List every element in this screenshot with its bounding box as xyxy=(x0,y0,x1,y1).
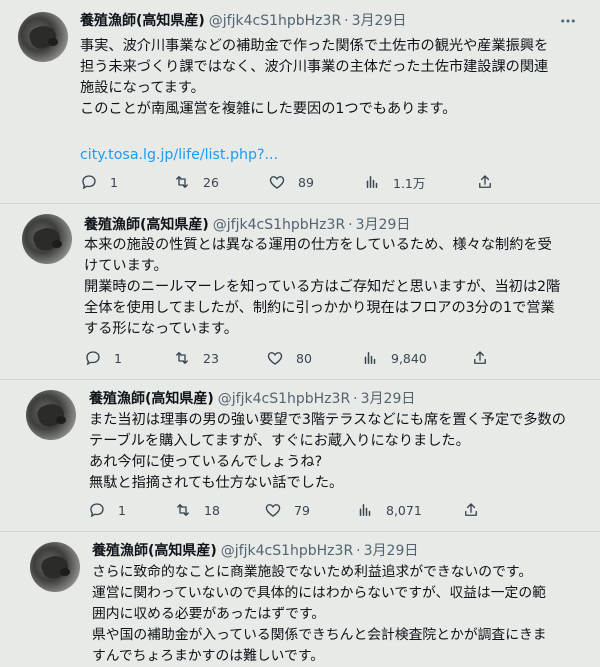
reply-count: 1 xyxy=(110,174,118,190)
reply-button[interactable]: 1 xyxy=(84,348,122,368)
retweet-button[interactable]: 26 xyxy=(173,172,219,192)
tweet[interactable]: 養殖漁師(高知県産) @jfjk4cS1hpbHz3R · 3月29日 さらに致命的な… xyxy=(0,532,600,664)
tweet-line: する形になっています。 xyxy=(84,321,238,337)
retweet-icon xyxy=(176,352,188,364)
views-count: 8,071 xyxy=(386,502,422,518)
reply-icon xyxy=(82,175,96,190)
reply-icon xyxy=(90,503,104,518)
reply-count: 1 xyxy=(118,502,126,518)
action-bar: 1 23 80 9,840 xyxy=(84,348,584,368)
tweet[interactable]: 養殖漁師(高知県産) @jfjk4cS1hpbHz3R · 3月29日 事実、波介川事… xyxy=(0,0,600,204)
tweet-line: 開業時のニールマーレを知っている方はご存知だと思いますが、当初は2階 xyxy=(84,279,561,295)
tweet-text: また当初は理事の男の強い要望で3階テラスなどにも席を置く予定で多数の テーブルを… xyxy=(89,410,594,494)
views-button[interactable]: 1.1万 xyxy=(363,172,425,192)
retweet-count: 23 xyxy=(203,350,219,366)
avatar[interactable] xyxy=(22,214,72,264)
tweet-line: 施設になってます。 xyxy=(80,80,205,96)
views-icon xyxy=(364,352,376,364)
like-button[interactable]: 89 xyxy=(268,172,314,192)
reply-icon xyxy=(86,351,100,366)
tweet-line: 無駄と指摘されても仕方ない話でした。 xyxy=(89,475,344,491)
like-count: 80 xyxy=(296,350,312,366)
tweet-line: また当初は理事の男の強い要望で3階テラスなどにも席を置く予定で多数の xyxy=(89,412,566,428)
separator-dot: · xyxy=(344,13,349,29)
tweet-text: 本来の施設の性質とは異なる運用の仕方をしているため、様々な制約を受 けています。… xyxy=(84,235,589,340)
tweet-line: 担う未来づくり課ではなく、波介川事業の主体だった土佐市建設課の関連 xyxy=(80,59,549,75)
tweet-date[interactable]: 3月29日 xyxy=(356,217,411,233)
tweet-date[interactable]: 3月29日 xyxy=(364,543,419,559)
share-button[interactable] xyxy=(476,172,506,192)
author-handle[interactable]: @jfjk4cS1hpbHz3R xyxy=(218,391,350,407)
like-count: 89 xyxy=(298,174,314,190)
avatar[interactable] xyxy=(30,542,80,592)
like-button[interactable]: 80 xyxy=(266,348,312,368)
views-icon xyxy=(366,176,378,188)
like-icon xyxy=(269,176,285,189)
more-icon[interactable] xyxy=(558,12,578,30)
share-icon xyxy=(465,503,477,516)
tweet-line: さらに致命的なことに商業施設でないため利益追求ができないのです。 xyxy=(92,564,533,580)
retweet-count: 26 xyxy=(203,174,219,190)
retweet-count: 18 xyxy=(204,502,220,518)
tweet-header: 養殖漁師(高知県産) @jfjk4cS1hpbHz3R · 3月29日 xyxy=(92,542,418,560)
tweet-line: けています。 xyxy=(84,258,168,274)
share-button[interactable] xyxy=(471,348,501,368)
tweet-line: 全体を使用してましたが、制約に引っかかり現在はフロアの3分の1で営業 xyxy=(84,300,555,316)
author-handle[interactable]: @jfjk4cS1hpbHz3R xyxy=(221,543,353,559)
like-icon xyxy=(265,504,281,517)
retweet-button[interactable]: 23 xyxy=(173,348,219,368)
author-handle[interactable]: @jfjk4cS1hpbHz3R xyxy=(209,13,341,29)
retweet-icon xyxy=(176,176,188,188)
tweet-text: 事実、波介川事業などの補助金で作った関係で土佐市の観光や産業振興を 担う未来づく… xyxy=(80,36,585,166)
tweet-line: 囲内に収める必要があったはずです。 xyxy=(92,606,326,622)
reply-count: 1 xyxy=(114,350,122,366)
action-bar: 1 26 89 1.1万 xyxy=(80,172,580,192)
tweet-header: 養殖漁師(高知県産) @jfjk4cS1hpbHz3R · 3月29日 xyxy=(89,390,415,408)
tweet-line: 本来の施設の性質とは異なる運用の仕方をしているため、様々な制約を受 xyxy=(84,237,552,253)
tweet-header: 養殖漁師(高知県産) @jfjk4cS1hpbHz3R · 3月29日 xyxy=(84,216,410,234)
reply-button[interactable]: 1 xyxy=(88,500,126,520)
views-button[interactable]: 9,840 xyxy=(361,348,427,368)
share-icon xyxy=(479,175,491,188)
separator-dot: · xyxy=(348,217,353,233)
separator-dot: · xyxy=(356,543,361,559)
tweet-line: テーブルを購入してますが、すぐにお蔵入りになりました。 xyxy=(89,433,470,449)
separator-dot: · xyxy=(353,391,358,407)
author-name[interactable]: 養殖漁師(高知県産) xyxy=(92,543,217,559)
tweet-line: 事実、波介川事業などの補助金で作った関係で土佐市の観光や産業振興を xyxy=(80,38,549,54)
views-count: 1.1万 xyxy=(393,175,426,191)
tweet-line: 運営に関わっていないので具体的にはわからないですが、収益は一定の範 xyxy=(92,585,546,601)
author-handle[interactable]: @jfjk4cS1hpbHz3R xyxy=(213,217,345,233)
like-button[interactable]: 79 xyxy=(264,500,310,520)
tweet[interactable]: 養殖漁師(高知県産) @jfjk4cS1hpbHz3R · 3月29日 また当初は理事… xyxy=(0,380,600,532)
avatar[interactable] xyxy=(18,12,68,62)
tweet-link[interactable]: city.tosa.lg.jp/life/list.php?... xyxy=(80,147,278,163)
tweet-date[interactable]: 3月29日 xyxy=(361,391,416,407)
tweet-line: 県や国の補助金が入っている関係できちんと会計検査院とかが調査にきま xyxy=(92,627,547,643)
retweet-icon xyxy=(177,504,189,516)
reply-button[interactable]: 1 xyxy=(80,172,118,192)
like-count: 79 xyxy=(294,502,310,518)
author-name[interactable]: 養殖漁師(高知県産) xyxy=(89,391,214,407)
action-bar: 1 18 79 8,071 xyxy=(88,500,588,520)
views-icon xyxy=(359,504,371,516)
views-button[interactable]: 8,071 xyxy=(356,500,422,520)
tweet-header: 養殖漁師(高知県産) @jfjk4cS1hpbHz3R · 3月29日 xyxy=(80,12,406,30)
tweet-text: さらに致命的なことに商業施設でないため利益追求ができないのです。 運営に関わって… xyxy=(92,562,597,667)
author-name[interactable]: 養殖漁師(高知県産) xyxy=(84,217,209,233)
avatar[interactable] xyxy=(26,390,76,440)
share-icon xyxy=(474,351,486,364)
views-count: 9,840 xyxy=(391,350,427,366)
tweet-date[interactable]: 3月29日 xyxy=(352,13,407,29)
tweet-line: このことが南風運営を複雑にした要因の1つでもあります。 xyxy=(80,101,457,117)
share-button[interactable] xyxy=(462,500,492,520)
tweet-line: あれ今何に使っているんでしょうね? xyxy=(89,454,323,470)
tweet[interactable]: 養殖漁師(高知県産) @jfjk4cS1hpbHz3R · 3月29日 本来の施設の性… xyxy=(0,204,600,380)
like-icon xyxy=(267,352,283,365)
author-name[interactable]: 養殖漁師(高知県産) xyxy=(80,13,205,29)
retweet-button[interactable]: 18 xyxy=(174,500,220,520)
